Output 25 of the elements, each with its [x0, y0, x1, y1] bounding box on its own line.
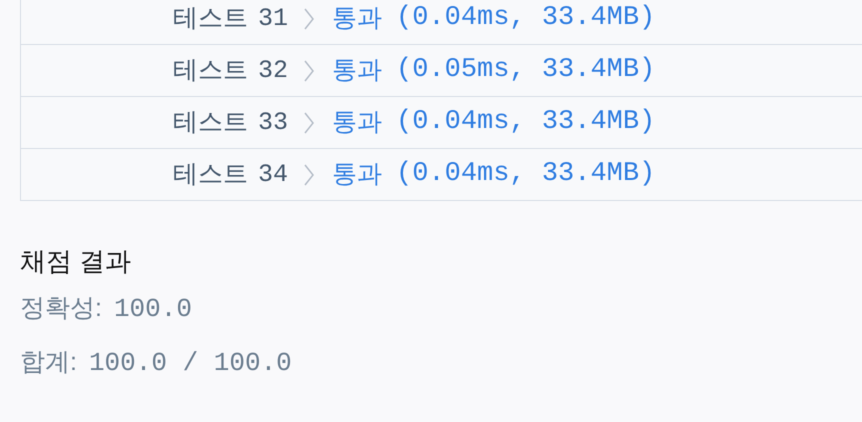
test-result: 통과: [332, 106, 382, 138]
test-label: 테스트: [173, 54, 248, 86]
test-result: 통과: [332, 54, 382, 86]
test-label: 테스트: [173, 2, 248, 34]
test-detail: (0.04ms, 33.4MB): [396, 2, 656, 36]
test-number: 31: [258, 2, 288, 35]
test-number: 34: [258, 158, 288, 191]
score-value: 100.0: [114, 292, 192, 326]
test-result: 통과: [332, 158, 382, 190]
test-detail: (0.04ms, 33.4MB): [396, 106, 656, 140]
test-number: 33: [258, 106, 288, 139]
test-label: 테스트: [173, 106, 248, 138]
chevron-icon: [304, 8, 314, 30]
score-label: 합계:: [20, 347, 77, 378]
score-label: 정확성:: [20, 293, 102, 324]
test-detail: (0.04ms, 33.4MB): [396, 158, 656, 192]
chevron-icon: [304, 112, 314, 134]
score-value: 100.0 / 100.0: [88, 346, 292, 380]
chevron-icon: [304, 60, 314, 82]
test-result: 통과: [332, 2, 382, 34]
test-detail: (0.05ms, 33.4MB): [396, 54, 656, 88]
section-title: 채점 결과: [20, 245, 132, 278]
chevron-icon: [304, 164, 314, 186]
test-label: 테스트: [173, 158, 248, 190]
test-number: 32: [258, 54, 288, 87]
